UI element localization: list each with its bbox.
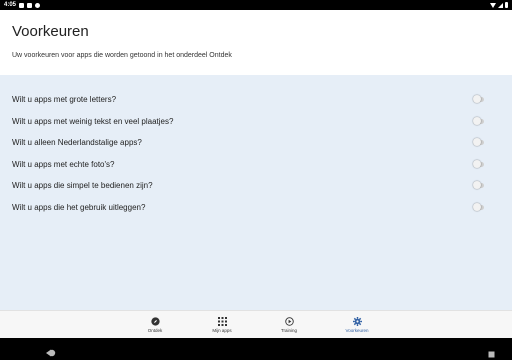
toggle-knob [473,159,481,168]
preference-label: Wilt u apps die het gebruik uitleggen? [12,202,146,212]
play-circle-icon [284,316,294,326]
preference-label: Wilt u apps die simpel te bedienen zijn? [12,181,153,191]
preference-row-dutch-only[interactable]: Wilt u alleen Nederlandstalige apps? [0,132,512,154]
preference-toggle-simple-use[interactable] [473,181,484,190]
preference-toggle-real-photos[interactable] [473,159,484,168]
battery-icon [505,2,508,8]
system-navigation-bar [0,338,512,360]
toggle-knob [473,95,481,104]
preference-toggle-dutch-only[interactable] [473,138,484,147]
preference-row-simple-use[interactable]: Wilt u apps die simpel te bedienen zijn? [0,175,512,197]
preference-label: Wilt u apps met echte foto's? [12,159,115,169]
nav-item-voorkeuren[interactable]: Voorkeuren [332,316,382,333]
preference-toggle-large-text[interactable] [473,95,484,104]
notification-icon [19,2,25,8]
status-time: 4:05 [4,2,17,8]
page-subtitle: Uw voorkeuren voor apps die worden getoo… [12,52,232,59]
status-bar: 4:05 [0,0,512,10]
preference-label: Wilt u alleen Nederlandstalige apps? [12,138,142,148]
nav-label: Mijn apps [212,328,232,333]
nav-label: Voorkeuren [345,328,369,333]
status-left: 4:05 [4,2,41,8]
sync-icon [35,2,41,8]
recents-button[interactable] [488,345,495,360]
preference-label: Wilt u apps met weinig tekst en veel pla… [12,116,174,126]
nav-label: Ontdek [147,328,163,333]
preference-toggle-explain-usage[interactable] [473,202,484,211]
page-title: Voorkeuren [12,23,89,40]
nav-item-mijn-apps[interactable]: Mijn apps [197,316,247,333]
toggle-knob [473,202,481,211]
bottom-nav: Ontdek Mijn apps Training Voorkeuren [0,310,512,338]
status-right [490,2,508,8]
signal-icon [498,2,503,8]
preference-row-real-photos[interactable]: Wilt u apps met echte foto's? [0,154,512,176]
preference-row-large-text[interactable]: Wilt u apps met grote letters? [0,89,512,111]
header: Voorkeuren Uw voorkeuren voor apps die w… [0,10,512,75]
compass-icon [150,316,160,326]
toggle-knob [473,116,481,125]
preference-row-explain-usage[interactable]: Wilt u apps die het gebruik uitleggen? [0,197,512,219]
app-window: Voorkeuren Uw voorkeuren voor apps die w… [0,10,512,338]
toggle-knob [473,181,481,190]
nav-item-training[interactable]: Training [264,316,314,333]
toggle-knob [473,138,481,147]
preference-toggle-pictures[interactable] [473,116,484,125]
nav-item-ontdek[interactable]: Ontdek [130,316,180,333]
nav-label: Training [280,328,298,333]
wifi-icon [490,2,496,8]
home-dot[interactable] [48,344,56,360]
preference-label: Wilt u apps met grote letters? [12,95,117,105]
preference-row-pictures[interactable]: Wilt u apps met weinig tekst en veel pla… [0,111,512,133]
preferences-list: Wilt u apps met grote letters? Wilt u ap… [0,75,512,218]
sim-icon [27,2,33,8]
grid-icon [217,316,227,326]
gear-icon [352,316,362,326]
